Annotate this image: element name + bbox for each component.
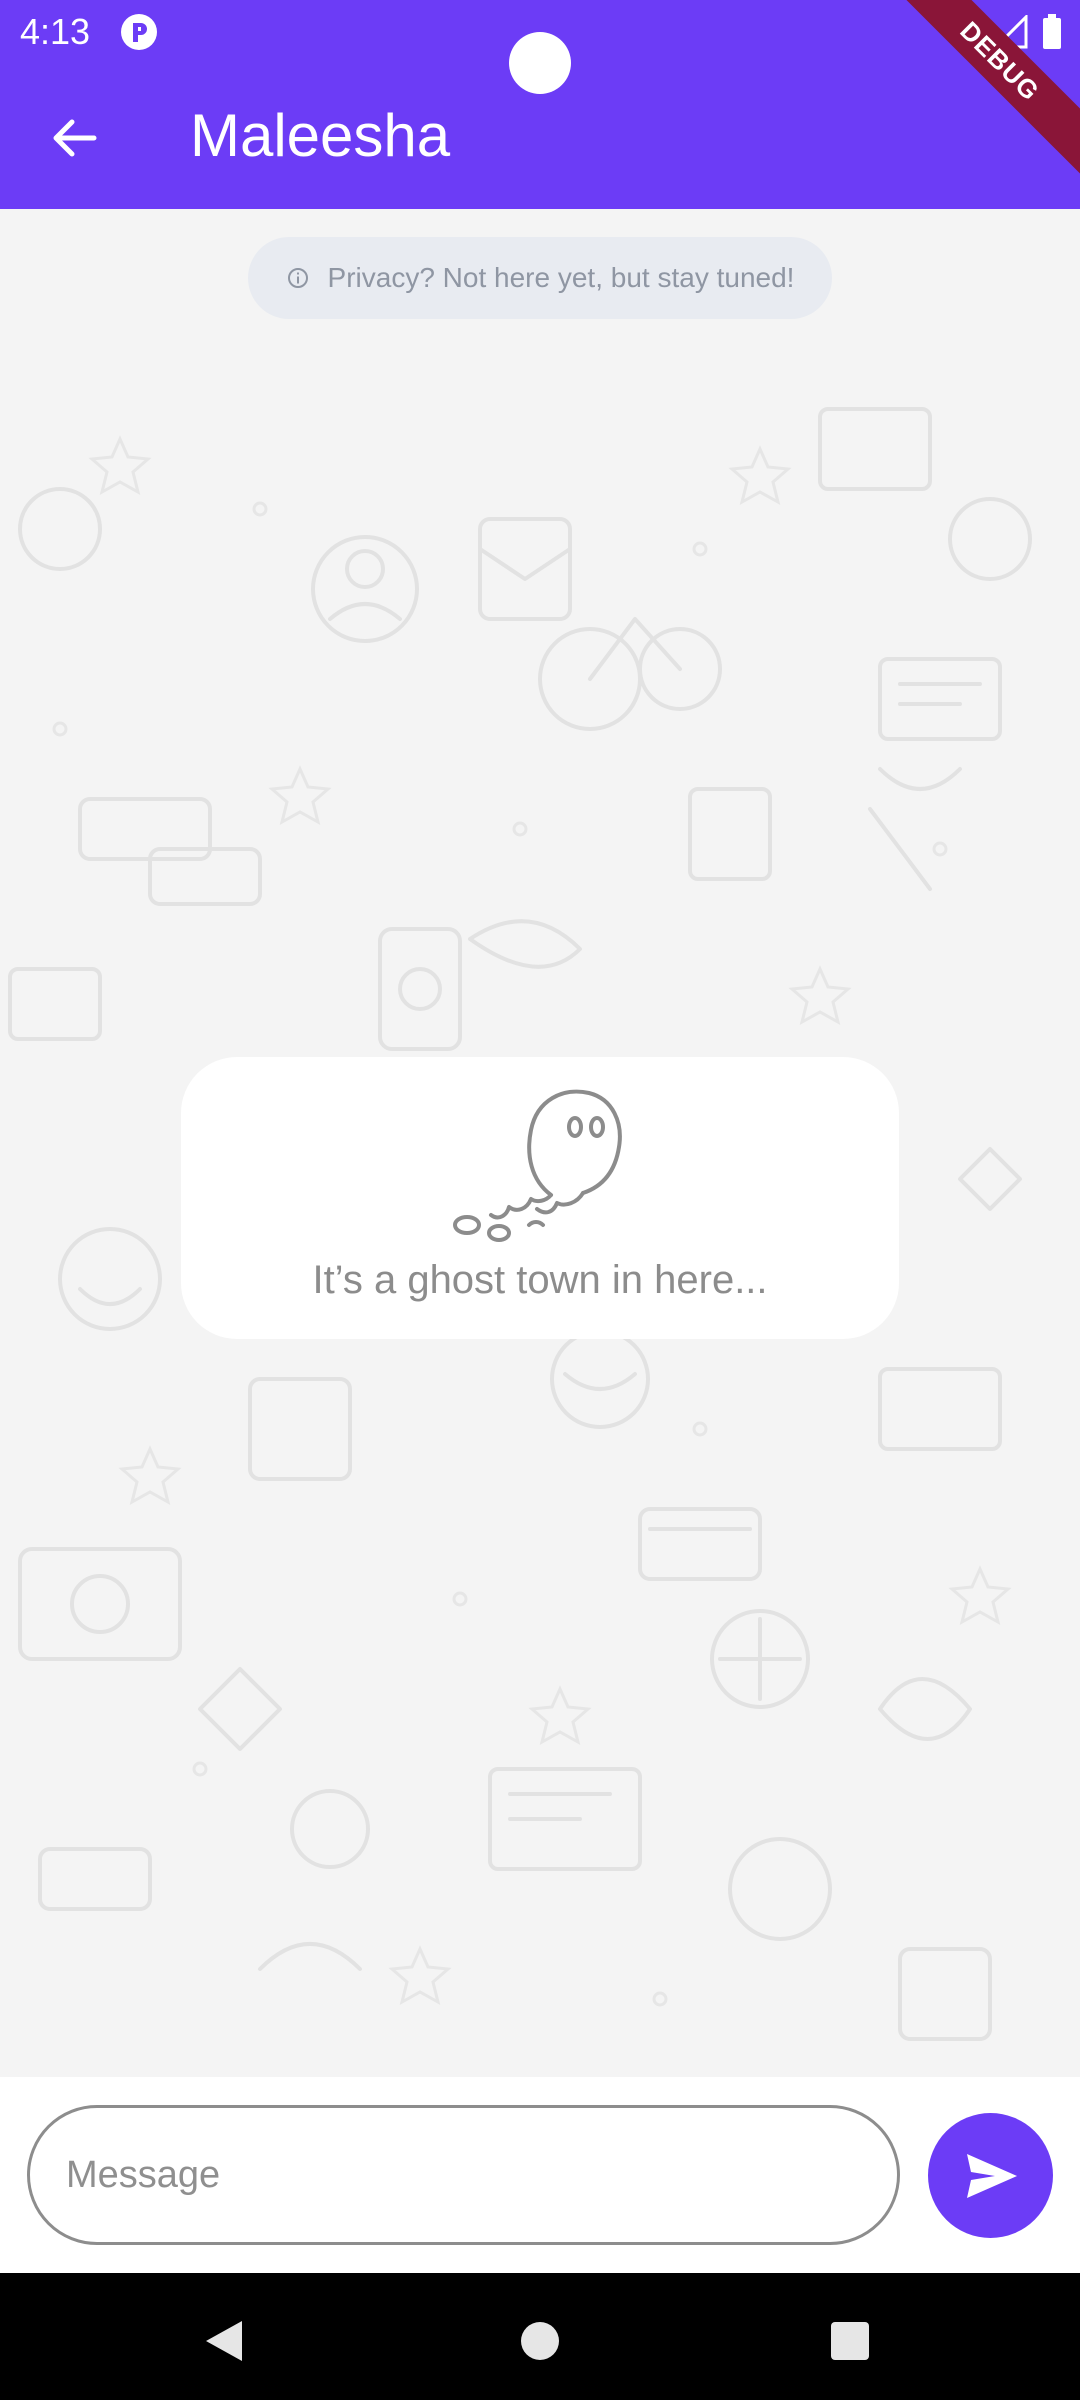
nav-recents-button[interactable]	[820, 2311, 880, 2371]
nav-back-button[interactable]	[194, 2311, 254, 2371]
battery-icon	[1043, 14, 1061, 49]
notification-app-icon	[121, 14, 157, 50]
message-composer	[0, 2077, 1080, 2273]
chat-area[interactable]: Privacy? Not here yet, but stay tuned! I…	[0, 209, 1080, 2077]
empty-state-text: It’s a ghost town in here...	[312, 1258, 768, 1302]
privacy-notice: Privacy? Not here yet, but stay tuned!	[248, 237, 832, 319]
system-navigation-bar	[0, 2273, 1080, 2400]
empty-state-card: It’s a ghost town in here...	[181, 1057, 899, 1339]
app-header: 4:13 DEBUG Maleesha	[0, 0, 1080, 209]
triangle-back-icon	[206, 2321, 242, 2361]
circle-home-icon	[521, 2322, 559, 2360]
send-icon	[966, 2153, 1017, 2198]
info-icon	[287, 268, 308, 288]
ghost-icon	[453, 1089, 622, 1242]
arrow-left-icon	[53, 119, 97, 157]
camera-cutout	[509, 32, 571, 94]
nav-home-button[interactable]	[510, 2311, 570, 2371]
back-button[interactable]	[34, 98, 114, 178]
square-recents-icon	[831, 2322, 869, 2360]
status-time: 4:13	[20, 11, 91, 52]
message-input[interactable]	[27, 2105, 900, 2245]
contact-name-title: Maleesha	[190, 102, 451, 169]
send-button[interactable]	[928, 2113, 1053, 2238]
privacy-notice-text: Privacy? Not here yet, but stay tuned!	[327, 262, 795, 293]
